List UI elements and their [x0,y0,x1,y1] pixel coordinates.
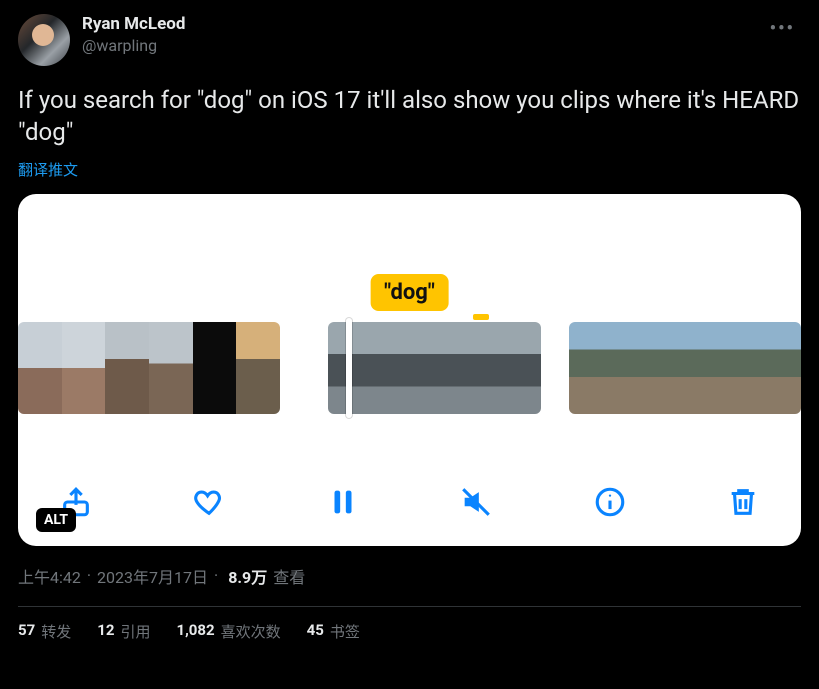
clip-group[interactable] [328,322,541,414]
search-term-bubble: "dog" [370,274,449,311]
views-label: 查看 [273,564,305,588]
meta-separator: · [87,566,91,585]
alt-badge[interactable]: ALT [36,508,76,532]
quotes-label: 引用 [120,621,150,642]
handle: @warpling [82,36,185,55]
clip-thumbnail[interactable] [193,322,237,414]
trash-icon[interactable] [723,482,763,522]
divider [18,606,801,607]
tweet-text: If you search for "dog" on iOS 17 it'll … [18,84,801,149]
playhead-marker-icon [473,314,489,320]
clip-thumbnail[interactable] [328,322,381,414]
avatar[interactable] [18,14,70,66]
tweet-date[interactable]: 2023年7月17日 [97,564,208,588]
clip-thumbnail[interactable] [18,322,62,414]
clip-thumbnail[interactable] [646,322,685,414]
meta-separator: · [214,566,218,585]
bookmarks-label: 书签 [330,621,360,642]
clip-thumbnail[interactable] [487,322,540,414]
bookmarks-count: 45 [307,621,324,642]
video-timeline[interactable] [18,322,801,414]
clip-thumbnail[interactable] [434,322,487,414]
clip-group[interactable] [18,322,280,414]
display-name: Ryan McLeod [82,14,185,34]
likes-label: 喜欢次数 [221,621,281,642]
more-options-icon[interactable]: ••• [764,14,801,43]
tweet-time[interactable]: 上午4:42 [18,564,81,588]
clip-thumbnail[interactable] [236,322,280,414]
clip-thumbnail[interactable] [105,322,149,414]
clip-thumbnail[interactable] [762,322,801,414]
clip-thumbnail[interactable] [685,322,724,414]
likes-stat[interactable]: 1,082 喜欢次数 [176,621,280,642]
media-attachment[interactable]: "dog" [18,194,801,546]
retweets-label: 转发 [41,621,71,642]
retweets-stat[interactable]: 57 转发 [18,621,71,642]
clip-thumbnail[interactable] [724,322,763,414]
tweet-meta: 上午4:42 · 2023年7月17日 · 8.9万 查看 [18,564,801,588]
pause-icon[interactable] [323,482,363,522]
likes-count: 1,082 [176,621,214,642]
bookmarks-stat[interactable]: 45 书签 [307,621,360,642]
quotes-count: 12 [97,621,114,642]
clip-thumbnail[interactable] [607,322,646,414]
tweet-container: Ryan McLeod @warpling ••• If you search … [18,14,801,642]
translate-link[interactable]: 翻译推文 [18,159,78,180]
info-icon[interactable] [590,482,630,522]
clip-group[interactable] [569,322,801,414]
quotes-stat[interactable]: 12 引用 [97,621,150,642]
tweet-stats: 57 转发 12 引用 1,082 喜欢次数 45 书签 [18,621,801,642]
clip-thumbnail[interactable] [381,322,434,414]
video-toolbar [18,482,801,522]
retweets-count: 57 [18,621,35,642]
playhead[interactable] [346,318,352,418]
clip-thumbnail[interactable] [62,322,106,414]
views-count: 8.9万 [228,564,267,588]
mute-icon[interactable] [456,482,496,522]
clip-thumbnail[interactable] [569,322,608,414]
author-names[interactable]: Ryan McLeod @warpling [82,14,185,55]
tweet-header: Ryan McLeod @warpling ••• [18,14,801,66]
clip-thumbnail[interactable] [149,322,193,414]
heart-icon[interactable] [189,482,229,522]
